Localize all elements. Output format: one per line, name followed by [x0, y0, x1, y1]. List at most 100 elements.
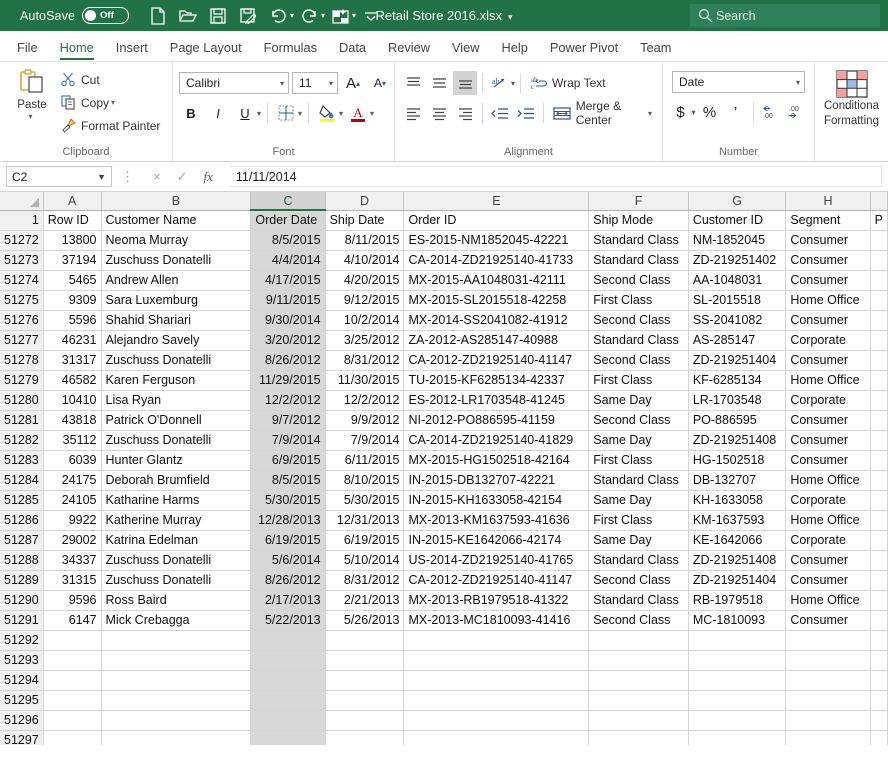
cell-order-date[interactable]: 6/19/2015	[250, 530, 326, 551]
autosave-control[interactable]: AutoSave Off	[20, 7, 130, 24]
cell-customer-id[interactable]: SS-2041082	[688, 310, 787, 331]
cell-ship-mode[interactable]: Standard Class	[588, 470, 689, 491]
cell-ship-date[interactable]: 6/11/2015	[325, 450, 405, 471]
row-header-1[interactable]: 1	[0, 210, 44, 231]
cell-segment[interactable]: Consumer	[785, 430, 871, 451]
cell-customer-name[interactable]: Andrew Allen	[101, 270, 252, 291]
cell-order-date[interactable]: 2/17/2013	[250, 590, 326, 611]
cell-customer-id[interactable]: HG-1502518	[688, 450, 787, 471]
tab-page-layout[interactable]: Page Layout	[159, 40, 253, 61]
row-header-51276[interactable]: 51276	[0, 310, 44, 331]
cell-order-date[interactable]	[250, 670, 326, 691]
percent-style-button[interactable]: %	[698, 100, 722, 124]
cell-postal[interactable]	[870, 430, 888, 451]
underline-button[interactable]: U	[233, 101, 257, 125]
cell-row-id[interactable]: 24175	[43, 470, 102, 491]
cell-ship-mode[interactable]: Second Class	[588, 310, 689, 331]
cell-customer-id[interactable]: KM-1637593	[688, 510, 787, 531]
cell-row-id[interactable]: 46231	[43, 330, 102, 351]
cell-customer-id[interactable]	[688, 690, 787, 711]
cell-order-id[interactable]: ES-2012-LR1703548-41245	[403, 390, 590, 411]
cell-order-id[interactable]: IN-2015-KH1633058-42154	[403, 490, 590, 511]
cell-order-date[interactable]: 4/17/2015	[250, 270, 326, 291]
cell-ship-date[interactable]	[325, 730, 405, 745]
cell-customer-id[interactable]: PO-886595	[688, 410, 787, 431]
calculate-icon[interactable]	[325, 2, 355, 30]
cell-row-id[interactable]	[43, 630, 102, 651]
cell-order-id[interactable]	[403, 630, 590, 651]
formula-bar-expand-handle[interactable]: ⋮	[118, 169, 137, 185]
row-header-51283[interactable]: 51283	[0, 450, 44, 471]
chevron-down-icon[interactable]: ▾	[321, 11, 325, 20]
cell-postal[interactable]	[870, 650, 888, 671]
insert-function-icon[interactable]: fx	[204, 169, 213, 185]
cell-segment[interactable]: Corporate	[785, 490, 871, 511]
cell-row-id[interactable]: 31317	[43, 350, 102, 371]
cell-order-id[interactable]	[403, 670, 590, 691]
cell-segment[interactable]: Corporate	[785, 330, 871, 351]
cell-customer-id[interactable]: RB-1979518	[688, 590, 787, 611]
formula-input[interactable]: 11/11/2014	[228, 166, 882, 187]
row-header-51280[interactable]: 51280	[0, 390, 44, 411]
cell-row-id[interactable]: 34337	[43, 550, 102, 571]
cell-order-date[interactable]: 5/22/2013	[250, 610, 326, 631]
cell-order-id[interactable]	[403, 730, 590, 745]
number-format-combobox[interactable]: Date ▾	[672, 71, 805, 93]
redo-icon[interactable]	[294, 2, 324, 30]
cell-row-id[interactable]: 13800	[43, 230, 102, 251]
cell-row-id[interactable]: 29002	[43, 530, 102, 551]
align-middle-icon[interactable]	[427, 71, 451, 95]
cell-customer-id[interactable]: KE-1642066	[688, 530, 787, 551]
cell-order-id[interactable]: TU-2015-KF6285134-42337	[403, 370, 590, 391]
cell-customer-id[interactable]: ZD-219251402	[688, 250, 787, 271]
cell-row-id[interactable]: 35112	[43, 430, 102, 451]
header-cell-order-date[interactable]: Order Date	[250, 210, 326, 231]
cell-ship-date[interactable]: 8/11/2015	[325, 230, 405, 251]
cell-order-id[interactable]: CA-2014-ZD21925140-41733	[403, 250, 590, 271]
cell-customer-id[interactable]: SL-2015518	[688, 290, 787, 311]
cell-order-id[interactable]: MX-2013-RB1979518-41322	[403, 590, 590, 611]
cell-segment[interactable]: Consumer	[785, 250, 871, 271]
row-header-51297[interactable]: 51297	[0, 730, 44, 745]
spreadsheet-grid[interactable]: A B C D E F G H 1 Row ID Customer Name O…	[0, 192, 888, 745]
cell-segment[interactable]: Consumer	[785, 350, 871, 371]
table-row[interactable]: 51285 24105 Katharine Harms 5/30/2015 5/30/2…	[0, 490, 888, 511]
cell-order-date[interactable]: 7/9/2014	[250, 430, 326, 451]
cell-customer-name[interactable]: Alejandro Savely	[101, 330, 252, 351]
tab-home[interactable]: Home	[49, 40, 105, 61]
tab-file[interactable]: File	[6, 40, 49, 61]
cell-customer-id[interactable]: AA-1048031	[688, 270, 787, 291]
fill-color-button[interactable]	[315, 101, 339, 125]
cell-segment[interactable]	[785, 630, 871, 651]
cell-ship-mode[interactable]	[588, 710, 689, 731]
chevron-down-icon[interactable]: ▾	[796, 78, 800, 87]
header-cell-ship-mode[interactable]: Ship Mode	[588, 210, 689, 231]
cell-customer-name[interactable]: Patrick O'Donnell	[101, 410, 252, 431]
cell-order-id[interactable]	[403, 650, 590, 671]
autosave-toggle[interactable]: Off	[82, 7, 130, 24]
table-row[interactable]: 51278 31317 Zuschuss Donatelli 8/26/2012 8/3…	[0, 350, 888, 371]
row-header-51292[interactable]: 51292	[0, 630, 44, 651]
column-header-c[interactable]: C	[250, 192, 326, 211]
cell-ship-mode[interactable]: First Class	[588, 370, 689, 391]
cell-customer-id[interactable]: ZD-219251408	[688, 550, 787, 571]
cell-order-id[interactable]: ES-2015-NM1852045-42221	[403, 230, 590, 251]
cell-postal[interactable]	[870, 730, 888, 745]
cell-order-id[interactable]	[403, 710, 590, 731]
open-folder-icon[interactable]	[173, 2, 203, 30]
conditional-formatting-button[interactable]: Conditiona Formatting	[821, 66, 882, 128]
column-header-f[interactable]: F	[588, 192, 689, 211]
cell-order-date[interactable]: 9/30/2014	[250, 310, 326, 331]
orientation-icon[interactable]: ab	[488, 71, 512, 95]
cell-order-date[interactable]: 3/20/2012	[250, 330, 326, 351]
row-header-51286[interactable]: 51286	[0, 510, 44, 531]
decrease-font-size-icon[interactable]: A ▾	[368, 71, 392, 95]
cell-row-id[interactable]: 9309	[43, 290, 102, 311]
cell-order-id[interactable]: CA-2012-ZD21925140-41147	[403, 570, 590, 591]
cell-postal[interactable]	[870, 570, 888, 591]
cell-customer-name[interactable]	[101, 650, 252, 671]
cell-segment[interactable]: Home Office	[785, 590, 871, 611]
cell-segment[interactable]: Home Office	[785, 470, 871, 491]
align-right-icon[interactable]	[453, 101, 477, 125]
chevron-down-icon[interactable]: ▾	[290, 11, 294, 20]
